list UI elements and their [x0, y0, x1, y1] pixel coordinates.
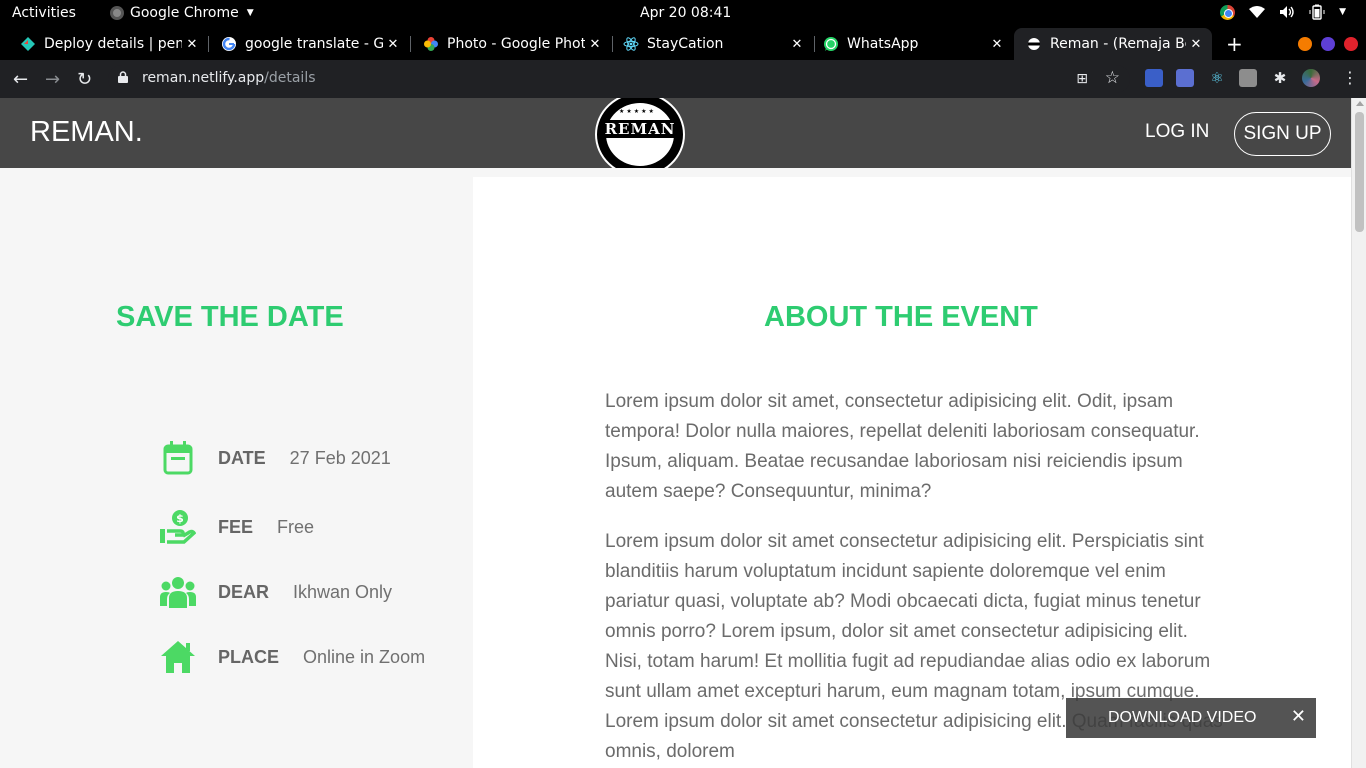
info-row-date: DATE 27 Feb 2021	[160, 440, 391, 476]
minimize-button[interactable]	[1298, 37, 1312, 51]
activities-button[interactable]: Activities	[12, 5, 76, 21]
close-tab-icon[interactable]: ✕	[787, 37, 807, 52]
fee-label: FEE	[218, 516, 254, 537]
forward-icon[interactable]: →	[45, 69, 60, 90]
lock-icon[interactable]	[118, 71, 128, 83]
url-host: reman.netlify.app	[142, 70, 265, 86]
extension-react-icon[interactable]: ⚛	[1208, 69, 1226, 87]
tab-deploy-details[interactable]: Deploy details | pen ✕	[0, 28, 208, 60]
back-icon[interactable]: ←	[13, 69, 28, 90]
money-hand-icon: $	[160, 509, 196, 545]
whatsapp-icon	[823, 36, 839, 52]
browser-menu-icon[interactable]: ⋮	[1342, 68, 1358, 87]
google-icon	[221, 36, 237, 52]
maximize-button[interactable]	[1321, 37, 1335, 51]
page-scrollbar[interactable]	[1351, 98, 1366, 768]
info-row-place: PLACE Online in Zoom	[160, 639, 425, 675]
close-tab-icon[interactable]: ✕	[182, 37, 202, 52]
react-icon	[623, 36, 639, 52]
fee-value: Free	[277, 516, 315, 537]
date-value: 27 Feb 2021	[289, 447, 391, 468]
system-menu-caret-icon: ▼	[1339, 7, 1346, 17]
save-the-date-heading: SAVE THE DATE	[116, 301, 344, 333]
logo-stars: ★★★★★	[619, 109, 656, 115]
tab-staycation[interactable]: StayCation ✕	[613, 28, 813, 60]
battery-icon	[1309, 4, 1325, 20]
tab-reman[interactable]: Reman - (Remaja Be ✕	[1014, 28, 1212, 60]
about-paragraph-1: Lorem ipsum dolor sit amet, consectetur …	[605, 391, 1200, 502]
page-viewport: REMAN. ★★★★★ REMAN LOG IN SIGN UP SAVE T…	[0, 98, 1351, 768]
volume-icon	[1280, 6, 1294, 18]
window-controls	[1298, 37, 1358, 51]
place-value: Online in Zoom	[303, 646, 426, 667]
info-row-fee: $ FEE Free	[160, 509, 314, 545]
app-name: Google Chrome	[130, 5, 239, 21]
close-tab-icon[interactable]: ✕	[1186, 37, 1206, 52]
tab-strip: Deploy details | pen ✕ google translate …	[0, 28, 1366, 60]
logo-text: REMAN	[601, 120, 679, 138]
close-window-button[interactable]	[1344, 37, 1358, 51]
chrome-app-icon	[110, 6, 124, 20]
date-label: DATE	[218, 447, 266, 468]
signup-button[interactable]: SIGN UP	[1234, 112, 1331, 156]
svg-text:$: $	[176, 512, 184, 525]
scroll-up-arrow-icon[interactable]	[1356, 101, 1364, 106]
download-video-label[interactable]: DOWNLOAD VIDEO	[1108, 709, 1256, 727]
tab-title: Deploy details | pen	[44, 36, 182, 52]
app-grid-icon[interactable]: ⊞	[1076, 71, 1088, 87]
users-icon	[160, 574, 196, 610]
reload-icon[interactable]: ↻	[77, 69, 92, 90]
reman-icon	[1026, 36, 1042, 52]
url-text[interactable]: reman.netlify.app/details	[142, 70, 316, 86]
home-icon	[160, 639, 196, 675]
calendar-icon	[160, 440, 196, 476]
dear-label: DEAR	[218, 581, 270, 602]
profile-avatar[interactable]	[1302, 69, 1320, 87]
tab-google-photos[interactable]: Photo - Google Phot ✕	[411, 28, 611, 60]
close-tab-icon[interactable]: ✕	[383, 37, 403, 52]
extension-translate-icon[interactable]	[1176, 69, 1194, 87]
caret-down-icon: ▼	[246, 8, 254, 18]
system-tray[interactable]: ▼	[1220, 4, 1346, 20]
url-path: /details	[264, 70, 316, 86]
browser-toolbar: ← → ↻ reman.netlify.app/details ⊞ ☆ ⚛ ✱ …	[0, 60, 1366, 98]
wifi-icon	[1249, 6, 1266, 18]
tab-title: StayCation	[647, 36, 724, 52]
close-tab-icon[interactable]: ✕	[585, 37, 605, 52]
clock[interactable]: Apr 20 08:41	[640, 5, 731, 21]
login-link[interactable]: LOG IN	[1145, 121, 1209, 143]
scrollbar-thumb[interactable]	[1355, 112, 1364, 232]
tab-whatsapp[interactable]: WhatsApp ✕	[815, 28, 1013, 60]
extension-generic-icon[interactable]	[1239, 69, 1257, 87]
app-menu[interactable]: Google Chrome ▼	[110, 5, 254, 21]
about-event-heading: ABOUT THE EVENT	[764, 301, 1038, 333]
system-top-bar: Activities Google Chrome ▼ Apr 20 08:41 …	[0, 0, 1366, 28]
tab-title: Reman - (Remaja Be	[1050, 36, 1186, 52]
extensions-puzzle-icon[interactable]: ✱	[1271, 69, 1289, 87]
close-icon[interactable]: ✕	[1291, 706, 1306, 727]
address-bar[interactable]: reman.netlify.app/details ⊞ ☆	[108, 65, 1130, 93]
google-photos-icon	[423, 36, 439, 52]
tab-title: google translate - G	[245, 36, 383, 52]
tab-google-translate[interactable]: google translate - G ✕	[209, 28, 409, 60]
bookmark-star-icon[interactable]: ☆	[1105, 68, 1120, 88]
info-row-dear: DEAR Ikhwan Only	[160, 574, 392, 610]
panel-gap	[473, 168, 1351, 177]
new-tab-icon[interactable]: +	[1226, 32, 1243, 56]
extension-teams-icon[interactable]	[1145, 69, 1163, 87]
tab-title: Photo - Google Phot	[447, 36, 585, 52]
download-video-bar[interactable]: DOWNLOAD VIDEO ✕	[1066, 698, 1316, 738]
site-navbar: REMAN. ★★★★★ REMAN LOG IN SIGN UP	[0, 98, 1351, 177]
place-label: PLACE	[218, 646, 280, 667]
close-tab-icon[interactable]: ✕	[987, 37, 1007, 52]
dear-value: Ikhwan Only	[293, 581, 393, 602]
tab-title: WhatsApp	[847, 36, 919, 52]
chrome-tray-icon[interactable]	[1220, 4, 1236, 20]
netlify-icon	[20, 36, 36, 52]
site-logo[interactable]: ★★★★★ REMAN	[595, 98, 685, 177]
site-brand[interactable]: REMAN.	[30, 116, 143, 149]
